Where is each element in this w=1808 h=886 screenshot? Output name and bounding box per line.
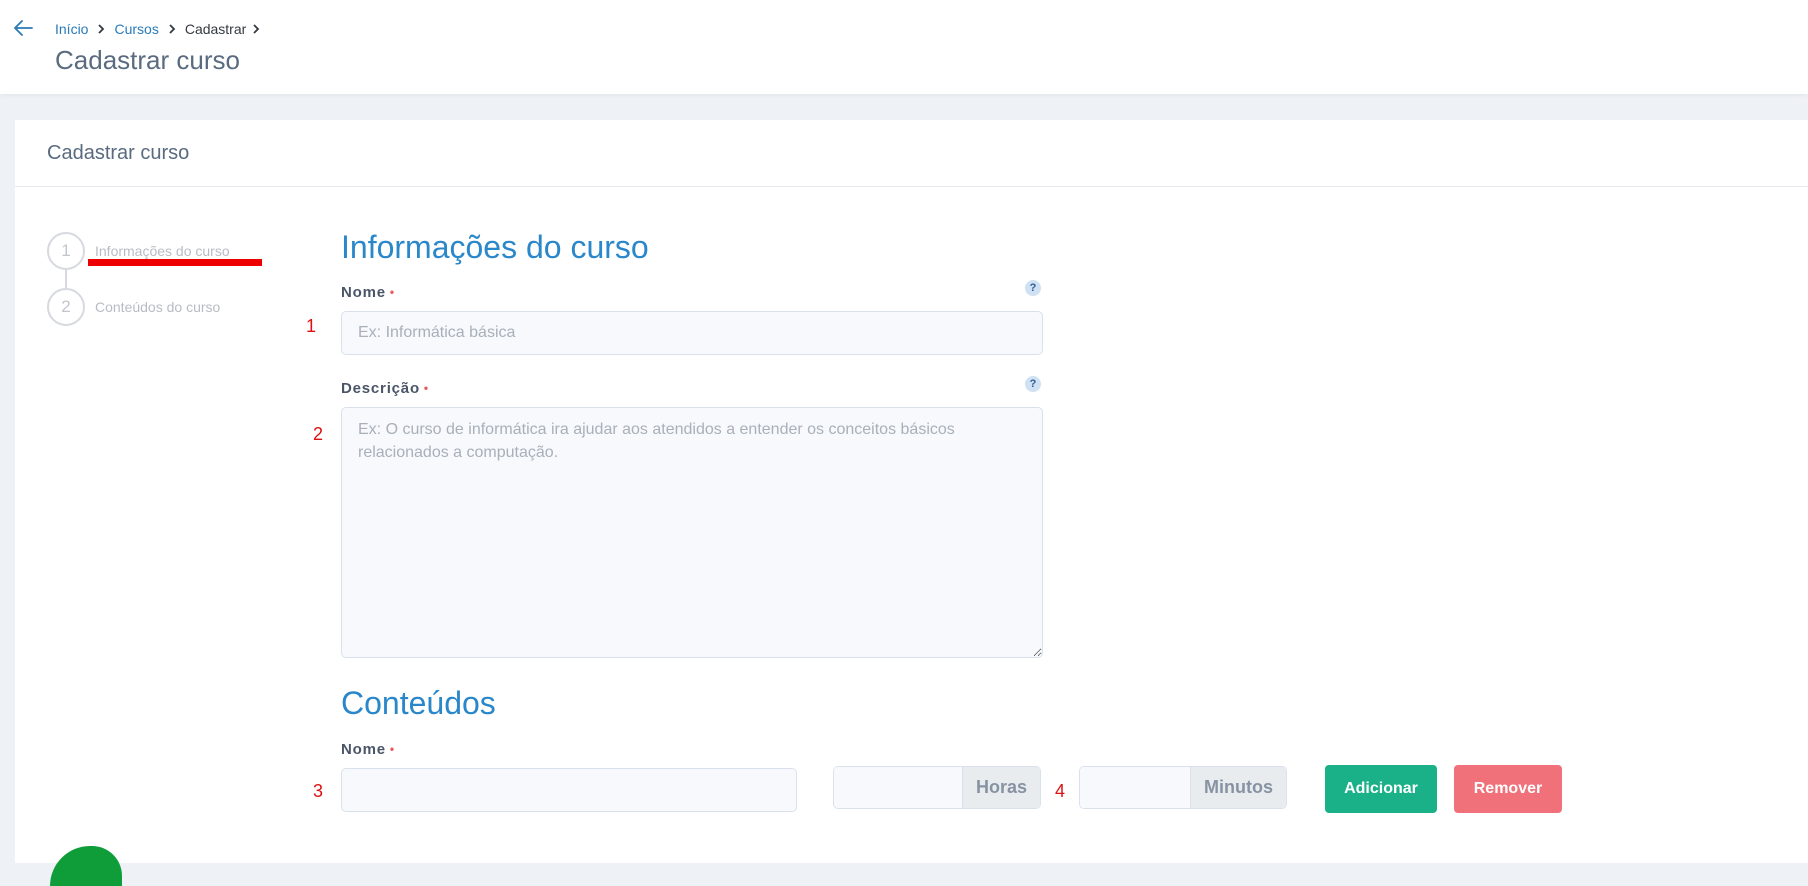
required-marker: • xyxy=(389,285,395,299)
hours-input-group: Horas xyxy=(833,766,1041,809)
remove-button[interactable]: Remover xyxy=(1454,765,1562,813)
annotation-3: 3 xyxy=(313,781,324,801)
top-bar: Início Cursos Cadastrar Cadastrar curso xyxy=(0,0,1808,94)
step-connector xyxy=(65,270,67,288)
card-header: Cadastrar curso xyxy=(15,120,1808,187)
page-title: Cadastrar curso xyxy=(55,45,240,75)
step-number: 2 xyxy=(47,288,85,326)
section-title-conteudos: Conteúdos xyxy=(341,685,496,721)
step-label: Conteúdos do curso xyxy=(95,299,221,315)
step-label: Informações do curso xyxy=(95,243,230,259)
descricao-textarea[interactable] xyxy=(341,407,1043,658)
step-conteudos[interactable]: 2 Conteúdos do curso xyxy=(47,288,220,326)
hours-input[interactable] xyxy=(834,767,962,808)
breadcrumb-current: Cadastrar xyxy=(184,21,247,37)
breadcrumb-link-inicio[interactable]: Início xyxy=(55,21,88,37)
step-number: 1 xyxy=(47,232,85,270)
conteudo-nome-input[interactable] xyxy=(341,768,797,812)
descricao-label: Descrição • xyxy=(341,380,429,397)
red-underline-annotation xyxy=(88,259,262,266)
conteudo-nome-label: Nome • xyxy=(341,741,395,758)
arrow-left-icon[interactable] xyxy=(13,19,33,37)
chevron-right-icon xyxy=(169,24,176,34)
section-title-informacoes: Informações do curso xyxy=(341,229,649,265)
card-title: Cadastrar curso xyxy=(47,141,190,164)
minutes-addon: Minutos xyxy=(1190,767,1286,808)
add-button[interactable]: Adicionar xyxy=(1325,765,1437,813)
question-circle-icon[interactable]: ? xyxy=(1025,376,1041,392)
question-circle-icon[interactable]: ? xyxy=(1025,280,1041,296)
annotation-2: 2 xyxy=(313,424,324,444)
hours-addon: Horas xyxy=(961,767,1040,808)
minutes-input-group: Minutos xyxy=(1079,766,1287,809)
annotation-4: 4 xyxy=(1055,781,1066,801)
required-marker: • xyxy=(423,381,429,395)
breadcrumb: Início Cursos Cadastrar xyxy=(55,21,269,37)
minutes-input[interactable] xyxy=(1080,767,1190,808)
nome-label: Nome • xyxy=(341,284,395,301)
breadcrumb-link-cursos[interactable]: Cursos xyxy=(114,21,158,37)
chevron-right-icon xyxy=(253,24,260,34)
annotation-1: 1 xyxy=(306,316,317,336)
chevron-right-icon xyxy=(98,24,105,34)
nome-input[interactable] xyxy=(341,311,1043,355)
required-marker: • xyxy=(389,742,395,756)
